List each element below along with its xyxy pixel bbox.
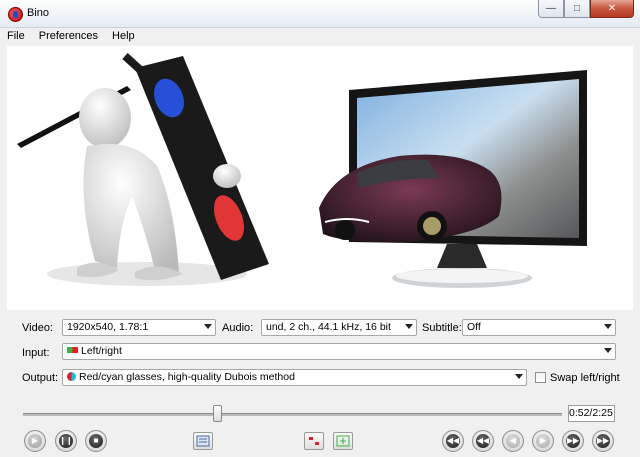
fullscreen-icon — [196, 435, 210, 447]
bino-3d-glasses-icon — [8, 7, 23, 22]
seek-fwd-1m-button[interactable]: ▶▶ — [562, 430, 584, 452]
output-mode-select[interactable]: Red/cyan glasses, high-quality Dubois me… — [62, 369, 527, 386]
video-label: Video: — [22, 322, 53, 334]
pause-icon: ❙❙ — [59, 436, 73, 445]
output-mode-value: Red/cyan glasses, high-quality Dubois me… — [79, 371, 295, 383]
seek-fwd-1m-icon: ▶▶ — [566, 436, 580, 445]
subtitle-select[interactable]: Off — [462, 319, 616, 336]
chevron-down-icon — [604, 324, 612, 329]
bino-splash-image — [17, 53, 587, 288]
seek-slider-track[interactable] — [23, 413, 562, 416]
output-label: Output: — [22, 372, 59, 384]
stop-button[interactable]: ■ — [85, 430, 107, 452]
seek-fwd-10m-button[interactable]: ▶▶ — [592, 430, 614, 452]
menu-bar: File Preferences Help — [0, 28, 640, 45]
anaglyph-output-icon — [67, 371, 76, 381]
play-icon: ▶ — [31, 436, 39, 445]
zoom-in-button[interactable] — [333, 432, 353, 450]
chevron-down-icon — [515, 374, 523, 379]
chevron-down-icon — [604, 348, 612, 353]
menu-file[interactable]: File — [0, 28, 32, 45]
window-title: Bino — [27, 7, 50, 19]
left-right-input-icon — [67, 347, 78, 354]
seek-back-10m-button[interactable]: ◀◀ — [442, 430, 464, 452]
shrink-icon — [309, 437, 319, 445]
close-button[interactable]: ✕ — [590, 0, 634, 18]
seek-back-1m-icon: ◀◀ — [476, 436, 490, 445]
time-display: 0:52/2:25 — [568, 405, 615, 422]
menu-preferences[interactable]: Preferences — [32, 28, 105, 45]
menu-help[interactable]: Help — [105, 28, 142, 45]
swap-left-right-label: Swap left/right — [550, 372, 620, 384]
minimize-button[interactable]: — — [538, 0, 564, 18]
grow-icon — [336, 435, 350, 447]
seek-fwd-10s-icon: ▶ — [539, 436, 547, 445]
swap-left-right-checkbox[interactable] — [535, 372, 546, 383]
input-label: Input: — [22, 347, 50, 359]
window-controls: — □ ✕ — [538, 0, 634, 19]
subtitle-label: Subtitle: — [422, 322, 462, 334]
seek-back-1m-button[interactable]: ◀◀ — [472, 430, 494, 452]
seek-fwd-10s-button[interactable]: ▶ — [532, 430, 554, 452]
audio-stream-value: und, 2 ch., 44.1 kHz, 16 bit — [266, 321, 391, 333]
input-mode-select[interactable]: Left/right — [62, 343, 616, 360]
close-icon: ✕ — [607, 3, 617, 14]
seek-back-10m-icon: ◀◀ — [446, 436, 460, 445]
seek-back-10s-icon: ◀ — [509, 436, 517, 445]
minimize-icon: — — [546, 3, 556, 14]
pause-button[interactable]: ❙❙ — [55, 430, 77, 452]
video-stream-value: 1920x540, 1.78:1 — [67, 321, 149, 333]
seek-slider-handle[interactable] — [213, 405, 222, 422]
subtitle-value: Off — [467, 321, 481, 333]
title-bar: Bino — □ ✕ — [0, 0, 640, 28]
video-display — [7, 46, 633, 310]
chevron-down-icon — [204, 324, 212, 329]
video-stream-select[interactable]: 1920x540, 1.78:1 — [62, 319, 216, 336]
audio-stream-select[interactable]: und, 2 ch., 44.1 kHz, 16 bit — [261, 319, 417, 336]
fullscreen-button[interactable] — [193, 432, 213, 450]
input-mode-value: Left/right — [81, 345, 122, 357]
play-button[interactable]: ▶ — [24, 430, 46, 452]
stop-icon: ■ — [93, 436, 99, 445]
audio-label: Audio: — [222, 322, 254, 334]
maximize-button[interactable]: □ — [564, 0, 590, 18]
seek-back-10s-button[interactable]: ◀ — [502, 430, 524, 452]
chevron-down-icon — [405, 324, 413, 329]
zoom-out-button[interactable] — [304, 432, 324, 450]
maximize-icon: □ — [573, 3, 581, 14]
seek-fwd-10m-icon: ▶▶ — [596, 436, 610, 445]
